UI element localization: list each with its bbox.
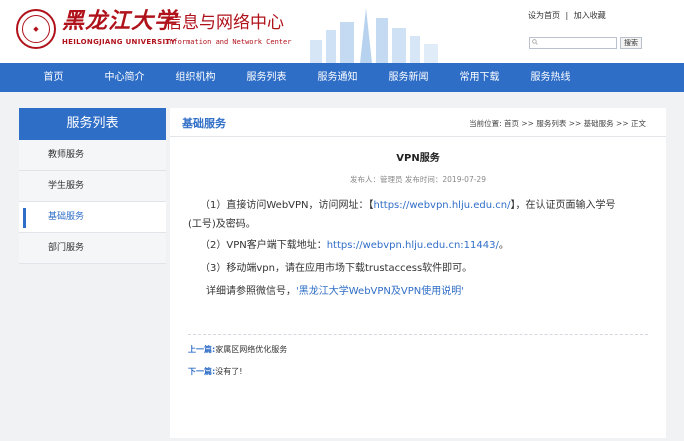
- set-homepage-link[interactable]: 设为首页: [528, 11, 560, 20]
- university-seal-logo[interactable]: ◆: [16, 9, 56, 49]
- next-title: 没有了!: [215, 367, 243, 376]
- content-header: 基础服务 当前位置: 首页 >> 服务列表 >> 基础服务 >> 正文: [170, 108, 666, 137]
- nav-item-service-list[interactable]: 服务列表: [231, 63, 302, 92]
- breadcrumb: 当前位置: 首页 >> 服务列表 >> 基础服务 >> 正文: [469, 119, 646, 128]
- search-icon: [532, 39, 538, 45]
- sidebar-item-basic-service[interactable]: 基础服务: [19, 202, 166, 233]
- search-input[interactable]: [529, 37, 617, 49]
- prev-label: 上一篇:: [188, 345, 216, 354]
- center-name-en: Information and Network Center: [165, 38, 292, 46]
- main-content: 基础服务 当前位置: 首页 >> 服务列表 >> 基础服务 >> 正文 VPN服…: [170, 108, 666, 438]
- nav-item-about[interactable]: 中心简介: [89, 63, 160, 92]
- university-name-en: HEILONGJIANG UNIVERSITY: [62, 38, 176, 46]
- nav-item-downloads[interactable]: 常用下载: [444, 63, 515, 92]
- wechat-guide-link[interactable]: '黑龙江大学WebVPN及VPN使用说明': [296, 286, 464, 297]
- article-paragraph-1: （1）直接访问WebVPN，访问网址：【https://webvpn.hlju.…: [200, 196, 650, 215]
- sidebar-title: 服务列表: [19, 108, 166, 140]
- nav-item-organization[interactable]: 组织机构: [160, 63, 231, 92]
- article-paragraph-1-line2: (工号)及密码。: [188, 219, 256, 230]
- nav-item-hotline[interactable]: 服务热线: [515, 63, 586, 92]
- prev-title[interactable]: 家属区网络优化服务: [215, 345, 287, 354]
- article-meta: 发布人：管理员 发布时间：2019-07-29: [350, 175, 486, 184]
- article-paragraph-3: （3）移动端vpn，请在应用市场下载trustaccess软件即可。: [200, 263, 473, 274]
- center-name-cn: 信息与网络中心: [165, 13, 284, 33]
- sidebar-item-teacher-service[interactable]: 教师服务: [19, 140, 166, 171]
- prev-article[interactable]: 上一篇:家属区网络优化服务: [188, 344, 287, 355]
- next-article: 下一篇:没有了!: [188, 366, 242, 377]
- sidebar: 服务列表 教师服务 学生服务 基础服务 部门服务: [19, 108, 166, 288]
- nav-item-service-news[interactable]: 服务新闻: [373, 63, 444, 92]
- p2-prefix: （2）VPN客户端下载地址：: [200, 240, 327, 251]
- article-paragraph-4: 详细请参照微信号，'黑龙江大学WebVPN及VPN使用说明': [206, 282, 464, 301]
- article-paragraph-2: （2）VPN客户端下载地址：https://webvpn.hlju.edu.cn…: [200, 236, 509, 255]
- article-title: VPN服务: [396, 153, 440, 164]
- top-links-separator: |: [565, 11, 569, 20]
- nav-item-service-notice[interactable]: 服务通知: [302, 63, 373, 92]
- p4-prefix: 详细请参照微信号，: [206, 286, 296, 297]
- top-links: 设为首页 | 加入收藏: [528, 10, 609, 21]
- webvpn-link[interactable]: https://webvpn.hlju.edu.cn/: [374, 200, 511, 211]
- p1-prefix: （1）直接访问WebVPN，访问网址：【: [200, 200, 374, 211]
- nav-item-home[interactable]: 首页: [18, 63, 89, 92]
- seal-inner-icon: ◆: [22, 15, 50, 43]
- university-name-cn[interactable]: 黑龙江大学: [62, 8, 177, 34]
- content-divider: [188, 334, 648, 335]
- p1-suffix: 】，在认证页面输入学号: [510, 200, 616, 211]
- section-title: 基础服务: [182, 117, 226, 130]
- next-label: 下一篇:: [188, 367, 216, 376]
- add-favorite-link[interactable]: 加入收藏: [574, 11, 606, 20]
- sidebar-item-department-service[interactable]: 部门服务: [19, 233, 166, 264]
- main-nav: 首页 中心简介 组织机构 服务列表 服务通知 服务新闻 常用下载 服务热线: [0, 63, 684, 92]
- vpn-client-link[interactable]: https://webvpn.hlju.edu.cn:11443/: [327, 240, 499, 251]
- site-header: ◆ 黑龙江大学 HEILONGJIANG UNIVERSITY 信息与网络中心 …: [0, 0, 684, 63]
- p2-suffix: 。: [498, 240, 509, 251]
- sidebar-item-student-service[interactable]: 学生服务: [19, 171, 166, 202]
- city-skyline-decoration: [310, 8, 438, 63]
- search-button[interactable]: 搜索: [620, 37, 642, 49]
